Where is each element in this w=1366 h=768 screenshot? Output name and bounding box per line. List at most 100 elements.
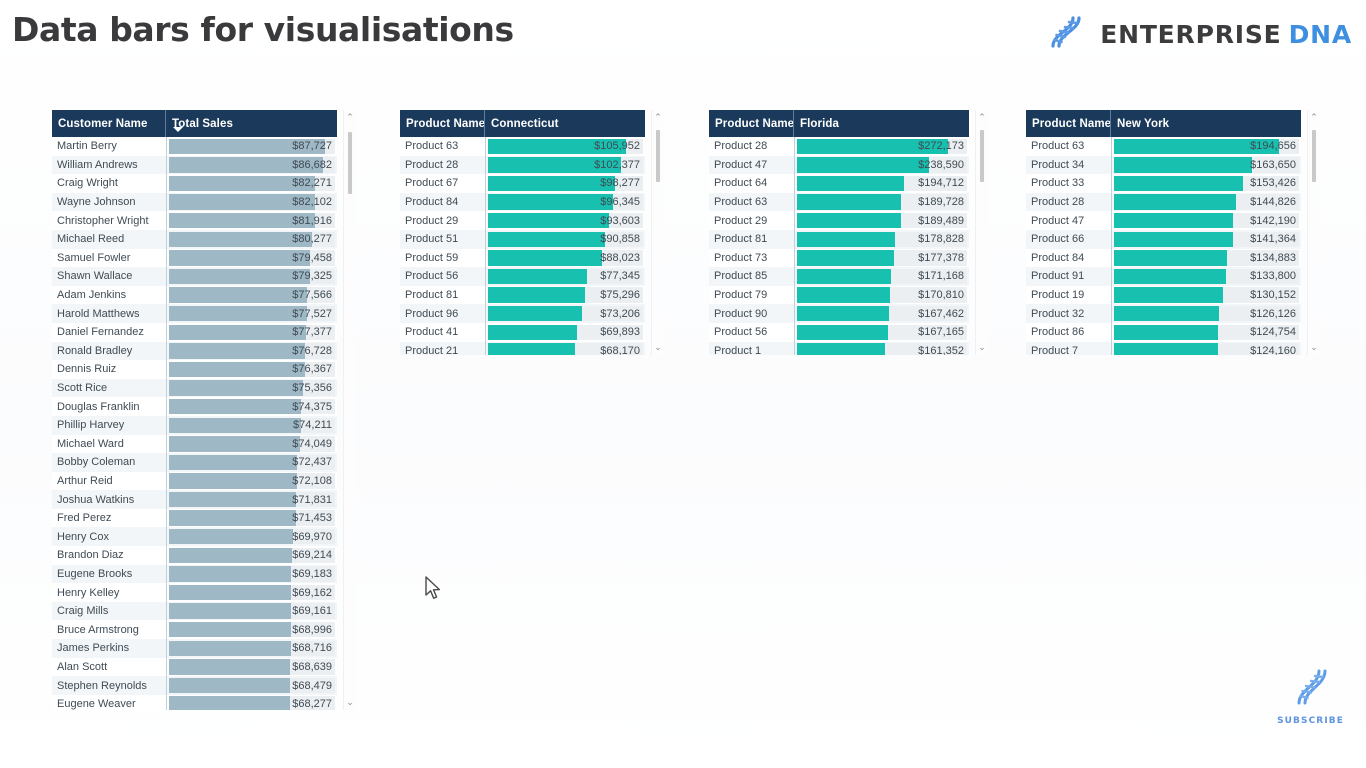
table-row[interactable]: Product 47 $142,190 [1026, 211, 1301, 230]
table-row[interactable]: Product 41 $69,893 [400, 322, 645, 342]
table-row[interactable]: Product 81 $75,296 [400, 285, 645, 305]
table-row[interactable]: Scott Rice $75,356 [52, 378, 337, 398]
table-visual-product-new-york[interactable]: Product Name New York Product 63 $194,656 Pr… [1026, 110, 1301, 355]
table-row[interactable]: Product 28 $272,173 [709, 137, 969, 156]
column-header-value[interactable]: New York [1111, 110, 1301, 137]
table-row[interactable]: Henry Cox $69,970 [52, 527, 337, 547]
vertical-scrollbar[interactable]: ⌃ ⌄ [343, 110, 356, 710]
table-row[interactable]: Shawn Wallace $79,325 [52, 267, 337, 286]
scrollbar-thumb[interactable] [656, 130, 660, 182]
scrollbar-thumb[interactable] [348, 132, 352, 194]
scroll-up-icon[interactable]: ⌃ [346, 110, 354, 125]
table-row[interactable]: Product 28 $144,826 [1026, 192, 1301, 212]
scrollbar-thumb[interactable] [1312, 130, 1316, 182]
table-row[interactable]: Product 73 $177,378 [709, 248, 969, 268]
table-row[interactable]: Daniel Fernandez $77,377 [52, 322, 337, 342]
vertical-scrollbar[interactable]: ⌃ ⌄ [651, 110, 664, 355]
table-row[interactable]: Product 67 $98,277 [400, 174, 645, 193]
scrollbar-track[interactable] [346, 124, 354, 696]
table-row[interactable]: Alan Scott $68,639 [52, 657, 337, 677]
table-row[interactable]: Dennis Ruiz $76,367 [52, 360, 337, 379]
table-row[interactable]: Product 1 $161,352 [709, 341, 969, 355]
scroll-up-icon[interactable]: ⌃ [978, 110, 986, 125]
table-row[interactable]: Product 19 $130,152 [1026, 285, 1301, 305]
table-row[interactable]: Product 59 $88,023 [400, 248, 645, 268]
table-row[interactable]: Samuel Fowler $79,458 [52, 248, 337, 268]
table-row[interactable]: Product 85 $171,168 [709, 267, 969, 286]
table-row[interactable]: Henry Kelley $69,162 [52, 583, 337, 602]
table-row[interactable]: Ronald Bradley $76,728 [52, 341, 337, 361]
table-row[interactable]: Product 33 $153,426 [1026, 174, 1301, 193]
scrollbar-track[interactable] [978, 124, 986, 341]
column-header-category[interactable]: Product Name [1026, 110, 1111, 137]
table-row[interactable]: Product 32 $126,126 [1026, 304, 1301, 323]
table-row[interactable]: Product 29 $93,603 [400, 211, 645, 230]
table-row[interactable]: Product 34 $163,650 [1026, 155, 1301, 175]
table-row[interactable]: Product 90 $167,462 [709, 304, 969, 323]
table-row[interactable]: Craig Wright $82,271 [52, 174, 337, 193]
table-row[interactable]: Product 84 $134,883 [1026, 248, 1301, 268]
table-row[interactable]: Product 56 $167,165 [709, 322, 969, 342]
scrollbar-track[interactable] [1310, 124, 1318, 341]
column-header-category[interactable]: Product Name [400, 110, 485, 137]
column-header-category[interactable]: Product Name [709, 110, 794, 137]
table-row[interactable]: Bruce Armstrong $68,996 [52, 620, 337, 640]
table-row[interactable]: Wayne Johnson $82,102 [52, 192, 337, 212]
table-row[interactable]: Christopher Wright $81,916 [52, 211, 337, 230]
scroll-down-icon[interactable]: ⌄ [1310, 340, 1318, 355]
table-row[interactable]: Product 63 $105,952 [400, 137, 645, 156]
table-row[interactable]: Product 81 $178,828 [709, 229, 969, 249]
table-row[interactable]: Craig Mills $69,161 [52, 601, 337, 621]
scrollbar-thumb[interactable] [980, 130, 984, 182]
table-row[interactable]: Product 47 $238,590 [709, 155, 969, 175]
table-row[interactable]: Product 63 $189,728 [709, 192, 969, 212]
table-row[interactable]: Bobby Coleman $72,437 [52, 453, 337, 472]
table-row[interactable]: Product 84 $96,345 [400, 192, 645, 212]
scroll-down-icon[interactable]: ⌄ [346, 695, 354, 710]
table-row[interactable]: Brandon Diaz $69,214 [52, 546, 337, 565]
table-row[interactable]: Martin Berry $87,727 [52, 137, 337, 156]
subscribe-badge[interactable]: SUBSCRIBE [1277, 665, 1344, 726]
scroll-up-icon[interactable]: ⌃ [1310, 110, 1318, 125]
scroll-down-icon[interactable]: ⌄ [978, 340, 986, 355]
table-row[interactable]: Arthur Reid $72,108 [52, 471, 337, 491]
table-row[interactable]: Joshua Watkins $71,831 [52, 490, 337, 509]
table-visual-product-florida[interactable]: Product Name Florida Product 28 $272,173 Pro… [709, 110, 969, 355]
scroll-down-icon[interactable]: ⌄ [654, 340, 662, 355]
scroll-up-icon[interactable]: ⌃ [654, 110, 662, 125]
table-row[interactable]: Product 56 $77,345 [400, 267, 645, 286]
table-row[interactable]: Product 21 $68,170 [400, 341, 645, 355]
column-header-value[interactable]: Florida [794, 110, 969, 137]
vertical-scrollbar[interactable]: ⌃ ⌄ [1307, 110, 1320, 355]
table-row[interactable]: Adam Jenkins $77,566 [52, 285, 337, 305]
table-visual-customer-total-sales[interactable]: Customer Name Total Sales Martin Berry $87,… [52, 110, 337, 710]
column-header-category[interactable]: Customer Name [52, 110, 166, 137]
table-row[interactable]: Harold Matthews $77,527 [52, 304, 337, 323]
table-row[interactable]: James Perkins $68,716 [52, 639, 337, 658]
scrollbar-track[interactable] [654, 124, 662, 341]
table-body[interactable]: Product 28 $272,173 Product 47 $238,590 Prod… [709, 137, 969, 355]
table-body[interactable]: Martin Berry $87,727 William Andrews $86,68… [52, 137, 337, 710]
table-row[interactable]: Product 28 $102,377 [400, 155, 645, 175]
table-row[interactable]: Product 7 $124,160 [1026, 341, 1301, 355]
table-row[interactable]: Product 96 $73,206 [400, 304, 645, 323]
table-row[interactable]: Product 91 $133,800 [1026, 267, 1301, 286]
table-row[interactable]: Michael Reed $80,277 [52, 229, 337, 249]
table-row[interactable]: Product 66 $141,364 [1026, 229, 1301, 249]
table-row[interactable]: Douglas Franklin $74,375 [52, 397, 337, 416]
table-row[interactable]: Stephen Reynolds $68,479 [52, 676, 337, 695]
column-header-value[interactable]: Total Sales [166, 110, 337, 137]
table-row[interactable]: Phillip Harvey $74,211 [52, 415, 337, 435]
table-body[interactable]: Product 63 $105,952 Product 28 $102,377 Prod… [400, 137, 645, 355]
table-row[interactable]: Product 63 $194,656 [1026, 137, 1301, 156]
table-row[interactable]: Product 79 $170,810 [709, 285, 969, 305]
table-row[interactable]: Product 51 $90,858 [400, 229, 645, 249]
table-row[interactable]: William Andrews $86,682 [52, 155, 337, 175]
table-row[interactable]: Product 29 $189,489 [709, 211, 969, 230]
column-header-value[interactable]: Connecticut [485, 110, 645, 137]
table-row[interactable]: Michael Ward $74,049 [52, 434, 337, 454]
table-body[interactable]: Product 63 $194,656 Product 34 $163,650 Prod… [1026, 137, 1301, 355]
table-row[interactable]: Product 64 $194,712 [709, 174, 969, 193]
table-row[interactable]: Fred Perez $71,453 [52, 508, 337, 528]
table-row[interactable]: Eugene Weaver $68,277 [52, 694, 337, 710]
